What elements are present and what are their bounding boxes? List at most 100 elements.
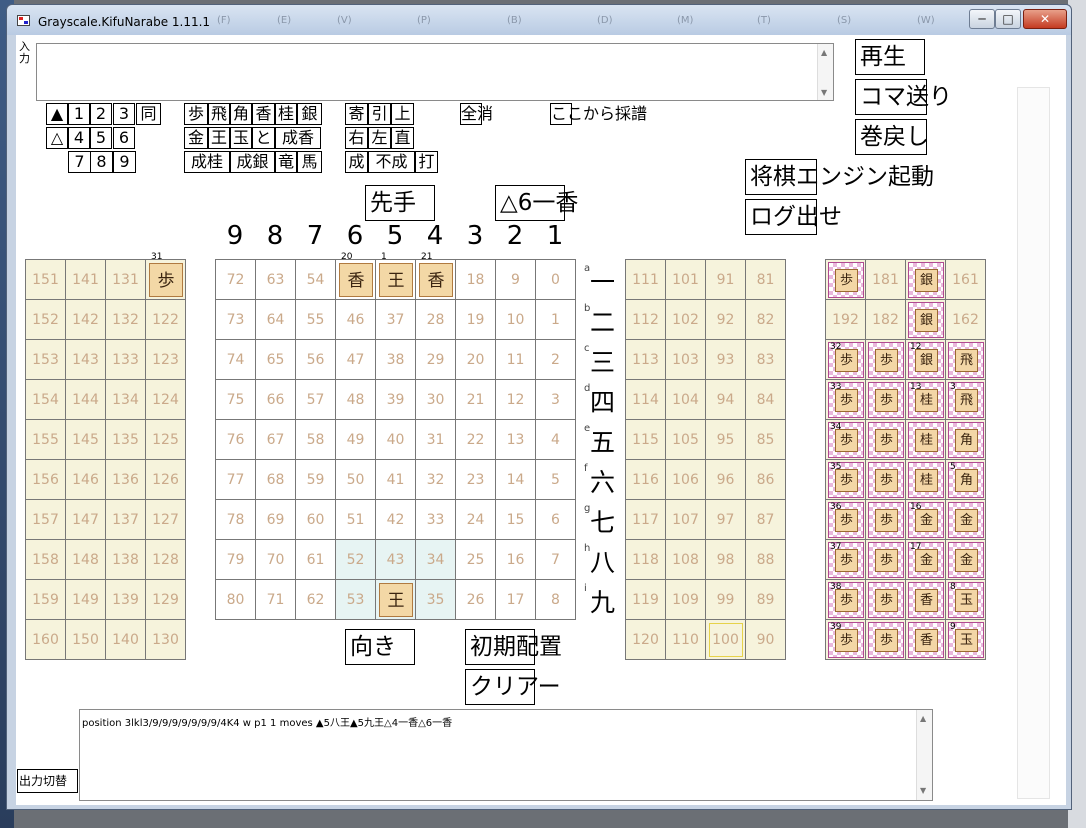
- modifier-key[interactable]: 上: [391, 103, 414, 125]
- board-cell[interactable]: 99: [706, 580, 746, 620]
- board-cell[interactable]: 16: [496, 540, 536, 580]
- board-cell[interactable]: 47: [336, 340, 376, 380]
- board-cell[interactable]: 150: [66, 620, 106, 660]
- board-cell[interactable]: 108: [666, 540, 706, 580]
- clear-all-key[interactable]: 全消: [460, 103, 493, 125]
- board-cell[interactable]: 4: [536, 420, 576, 460]
- sente-button[interactable]: 先手: [365, 185, 435, 221]
- board-cell[interactable]: 54: [296, 260, 336, 300]
- board-cell[interactable]: 58: [296, 420, 336, 460]
- board-cell[interactable]: 112: [626, 300, 666, 340]
- board-cell[interactable]: 119: [626, 580, 666, 620]
- board-cell[interactable]: 89: [746, 580, 786, 620]
- board-cell[interactable]: 24: [456, 500, 496, 540]
- board-cell[interactable]: 107: [666, 500, 706, 540]
- board-cell[interactable]: 8: [536, 580, 576, 620]
- bag-piece[interactable]: 香: [908, 582, 944, 618]
- board-cell[interactable]: 140: [106, 620, 146, 660]
- board-cell[interactable]: 67: [256, 420, 296, 460]
- bag-piece[interactable]: 金 17: [908, 542, 944, 578]
- bag-piece[interactable]: 歩 34: [828, 422, 864, 458]
- bag-piece[interactable]: 歩: [868, 462, 904, 498]
- board-cell[interactable]: 98: [706, 540, 746, 580]
- board-cell[interactable]: 34: [416, 540, 456, 580]
- board-cell[interactable]: 12: [496, 380, 536, 420]
- board-cell[interactable]: 115: [626, 420, 666, 460]
- board-cell[interactable]: 52: [336, 540, 376, 580]
- board-cell[interactable]: 100: [706, 620, 746, 660]
- board-cell[interactable]: 9: [496, 260, 536, 300]
- bag-piece[interactable]: 歩: [868, 342, 904, 378]
- board-cell[interactable]: 84: [746, 380, 786, 420]
- board-cell[interactable]: 158: [26, 540, 66, 580]
- board-cell[interactable]: 31: [416, 420, 456, 460]
- board-cell[interactable]: 118: [626, 540, 666, 580]
- bag-cell[interactable]: 182: [866, 300, 906, 340]
- shogi-piece[interactable]: 香 21: [419, 252, 453, 297]
- modifier-key[interactable]: 左: [368, 127, 391, 149]
- keypad-key[interactable]: 1: [68, 103, 90, 125]
- board-cell[interactable]: 53: [336, 580, 376, 620]
- board-cell[interactable]: 117: [626, 500, 666, 540]
- board-cell[interactable]: 85: [746, 420, 786, 460]
- maximize-button[interactable]: □: [995, 9, 1021, 29]
- board-cell[interactable]: 56: [296, 340, 336, 380]
- bag-piece[interactable]: 桂 13: [908, 382, 944, 418]
- board-cell[interactable]: 92: [706, 300, 746, 340]
- piece-key[interactable]: 金: [184, 127, 208, 149]
- board-cell[interactable]: 90: [746, 620, 786, 660]
- rewind-button[interactable]: 巻戻し: [855, 119, 929, 155]
- piece-key[interactable]: 王: [208, 127, 230, 149]
- bag-piece[interactable]: 歩: [868, 502, 904, 538]
- bag-piece[interactable]: 歩: [868, 542, 904, 578]
- piece-key[interactable]: と: [252, 127, 275, 149]
- close-button[interactable]: ✕: [1023, 9, 1067, 29]
- piece-key[interactable]: 歩: [184, 103, 208, 125]
- board-cell[interactable]: 129: [146, 580, 186, 620]
- board-cell[interactable]: 59: [296, 460, 336, 500]
- bag-piece[interactable]: 歩 37: [828, 542, 864, 578]
- board-cell[interactable]: 2: [536, 340, 576, 380]
- bag-piece[interactable]: 歩: [868, 582, 904, 618]
- board-cell[interactable]: 88: [746, 540, 786, 580]
- board-cell[interactable]: 145: [66, 420, 106, 460]
- board-cell[interactable]: 11: [496, 340, 536, 380]
- board-cell[interactable]: 55: [296, 300, 336, 340]
- bag-piece[interactable]: 角: [948, 422, 984, 458]
- keypad-key[interactable]: 同: [136, 103, 161, 125]
- board-cell[interactable]: 124: [146, 380, 186, 420]
- board-cell[interactable]: 93: [706, 340, 746, 380]
- board-cell[interactable]: 46: [336, 300, 376, 340]
- board-cell[interactable]: 155: [26, 420, 66, 460]
- board-cell[interactable]: 41: [376, 460, 416, 500]
- board-cell[interactable]: 17: [496, 580, 536, 620]
- scroll-up-icon[interactable]: ▲: [821, 48, 827, 57]
- bag-piece[interactable]: 金: [948, 502, 984, 538]
- board-cell[interactable]: 114: [626, 380, 666, 420]
- board-cell[interactable]: 144: [66, 380, 106, 420]
- board-cell[interactable]: 18: [456, 260, 496, 300]
- modifier-key[interactable]: 右: [345, 127, 368, 149]
- bag-piece[interactable]: 歩 36: [828, 502, 864, 538]
- board-cell[interactable]: 104: [666, 380, 706, 420]
- piece-key[interactable]: 成銀: [230, 151, 275, 173]
- piece-key[interactable]: 玉: [230, 127, 252, 149]
- board-cell[interactable]: 73: [216, 300, 256, 340]
- board-cell[interactable]: 126: [146, 460, 186, 500]
- board-cell[interactable]: 143: [66, 340, 106, 380]
- bag-piece[interactable]: 歩 38: [828, 582, 864, 618]
- board-cell[interactable]: 160: [26, 620, 66, 660]
- board-cell[interactable]: 25: [456, 540, 496, 580]
- board-cell[interactable]: 33: [416, 500, 456, 540]
- keypad-key[interactable]: 6: [113, 127, 135, 149]
- bag-piece[interactable]: 玉9: [948, 622, 984, 658]
- bag-cell[interactable]: 162: [946, 300, 986, 340]
- modifier-key[interactable]: 寄: [345, 103, 368, 125]
- board-cell[interactable]: 133: [106, 340, 146, 380]
- minimize-button[interactable]: ─: [969, 9, 995, 29]
- board-cell[interactable]: 28: [416, 300, 456, 340]
- board-cell[interactable]: 95: [706, 420, 746, 460]
- shogi-piece[interactable]: 王: [379, 583, 413, 617]
- board-cell[interactable]: 135: [106, 420, 146, 460]
- bag-piece[interactable]: 金: [948, 542, 984, 578]
